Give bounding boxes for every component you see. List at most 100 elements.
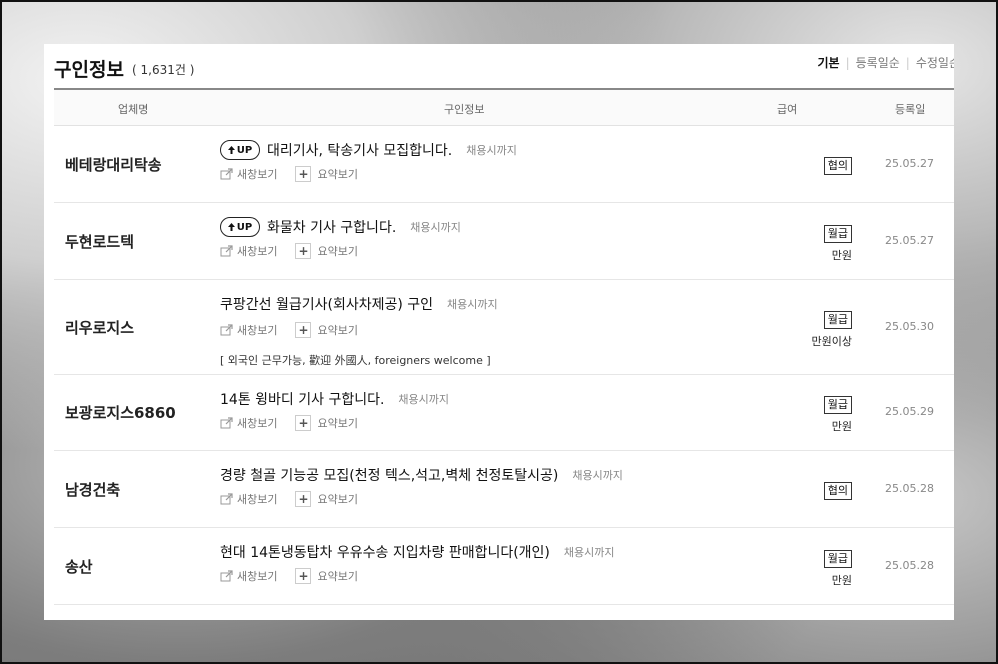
salary-amount: 만원 bbox=[831, 574, 852, 587]
column-header-company: 업체명 bbox=[118, 103, 149, 116]
company-name[interactable]: 송산 bbox=[65, 556, 93, 577]
up-badge: UP bbox=[220, 140, 260, 160]
new-window-button[interactable]: 새창보기 bbox=[220, 415, 277, 431]
row-actions: 새창보기 + 요약보기 bbox=[220, 491, 376, 507]
new-window-button[interactable]: 새창보기 bbox=[220, 243, 277, 259]
sort-tab-modified[interactable]: 수정일순 bbox=[916, 56, 954, 70]
company-name[interactable]: 리우로지스 bbox=[65, 317, 134, 338]
deadline: 채용시까지 bbox=[563, 546, 615, 559]
registered-date: 25.05.27 bbox=[885, 234, 934, 247]
table-row[interactable]: 송산 현대 14톤냉동탑차 우유수송 지입차량 판매합니다(개인) 채용시까지 … bbox=[54, 528, 954, 605]
summary-button[interactable]: + 요약보기 bbox=[295, 322, 358, 338]
table-row[interactable]: 베테랑대리탁송 UP 대리기사, 탁송기사 모집합니다. 채용시까지 새창보기 … bbox=[54, 126, 954, 203]
sort-tab-registered[interactable]: 등록일순 bbox=[856, 56, 900, 70]
summary-button[interactable]: + 요약보기 bbox=[295, 243, 358, 259]
up-label: UP bbox=[236, 221, 253, 233]
row-actions: 새창보기 + 요약보기 bbox=[220, 322, 376, 338]
new-window-label: 새창보기 bbox=[237, 570, 278, 583]
table-row[interactable]: 두현로드텍 UP 화물차 기사 구합니다. 채용시까지 새창보기 + 요약보기 월… bbox=[54, 203, 954, 280]
table-row[interactable]: 보광로지스6860 14톤 윙바디 기사 구합니다. 채용시까지 새창보기 + 요… bbox=[54, 375, 954, 451]
deadline: 채용시까지 bbox=[447, 298, 498, 311]
new-window-label: 새창보기 bbox=[237, 168, 278, 181]
column-header-info: 구인정보 bbox=[444, 103, 485, 116]
registered-date: 25.05.30 bbox=[885, 320, 934, 333]
new-window-button[interactable]: 새창보기 bbox=[220, 166, 277, 182]
plus-icon: + bbox=[295, 568, 312, 584]
registered-date: 25.05.28 bbox=[885, 559, 934, 572]
new-window-label: 새창보기 bbox=[237, 245, 278, 258]
salary: 월급 만원 bbox=[784, 222, 852, 263]
column-header-salary: 급여 bbox=[777, 103, 798, 116]
table-header: 업체명 구인정보 급여 등록일 bbox=[54, 90, 954, 126]
summary-label: 요약보기 bbox=[317, 493, 358, 506]
sort-separator: | bbox=[905, 56, 910, 70]
job-title[interactable]: 대리기사, 탁송기사 모집합니다. bbox=[267, 140, 452, 160]
summary-label: 요약보기 bbox=[317, 168, 358, 181]
company-name[interactable]: 베테랑대리탁송 bbox=[65, 154, 162, 175]
salary-type-badge: 월급 bbox=[823, 225, 852, 243]
job-title[interactable]: 쿠팡간선 월급기사(회사차제공) 구인 bbox=[220, 294, 433, 314]
salary-amount: 만원 bbox=[831, 249, 852, 262]
salary: 협의 bbox=[784, 154, 852, 175]
row-actions: 새창보기 + 요약보기 bbox=[220, 415, 376, 431]
summary-button[interactable]: + 요약보기 bbox=[295, 415, 358, 431]
summary-label: 요약보기 bbox=[317, 324, 358, 337]
salary-type-badge: 협의 bbox=[823, 482, 852, 500]
row-actions: 새창보기 + 요약보기 bbox=[220, 243, 376, 259]
company-name[interactable]: 남경건축 bbox=[65, 479, 120, 500]
job-title-line: UP 화물차 기사 구합니다. 채용시까지 bbox=[220, 217, 461, 237]
job-title-line: 쿠팡간선 월급기사(회사차제공) 구인 채용시까지 bbox=[220, 294, 498, 314]
salary: 협의 bbox=[784, 479, 852, 500]
listing-header: 구인정보 ( 1,631건 ) 기본 | 등록일순 | 수정일순 bbox=[54, 44, 954, 88]
salary: 월급 만원이상 bbox=[784, 308, 852, 349]
summary-button[interactable]: + 요약보기 bbox=[295, 491, 358, 507]
deadline: 채용시까지 bbox=[572, 469, 623, 482]
registered-date: 25.05.27 bbox=[885, 157, 934, 170]
salary-type-badge: 월급 bbox=[823, 396, 852, 414]
external-link-icon bbox=[220, 245, 233, 257]
job-title-line: UP 대리기사, 탁송기사 모집합니다. 채용시까지 bbox=[220, 140, 517, 160]
page-title: 구인정보 bbox=[54, 59, 124, 81]
table-row[interactable]: 남경건축 경량 철골 기능공 모집(천정 텍스,석고,벽체 천정토탈시공) 채용… bbox=[54, 451, 954, 528]
column-header-date: 등록일 bbox=[895, 103, 926, 116]
table-row[interactable]: 리우로지스 쿠팡간선 월급기사(회사차제공) 구인 채용시까지 새창보기 + 요약… bbox=[54, 280, 954, 375]
plus-icon: + bbox=[295, 415, 312, 431]
external-link-icon bbox=[220, 493, 233, 505]
new-window-button[interactable]: 새창보기 bbox=[220, 568, 277, 584]
job-title[interactable]: 화물차 기사 구합니다. bbox=[267, 217, 396, 237]
listing-count: ( 1,631건 ) bbox=[132, 63, 195, 77]
job-title-line: 경량 철골 기능공 모집(천정 텍스,석고,벽체 천정토탈시공) 채용시까지 bbox=[220, 465, 623, 485]
summary-button[interactable]: + 요약보기 bbox=[295, 166, 358, 182]
up-badge: UP bbox=[220, 217, 260, 237]
external-link-icon bbox=[220, 417, 233, 429]
company-name[interactable]: 보광로지스6860 bbox=[65, 402, 176, 423]
new-window-button[interactable]: 새창보기 bbox=[220, 491, 277, 507]
sort-tab-default[interactable]: 기본 bbox=[817, 56, 839, 70]
company-name[interactable]: 두현로드텍 bbox=[65, 231, 134, 252]
up-arrow-icon bbox=[227, 223, 235, 231]
deadline: 채용시까지 bbox=[410, 221, 461, 234]
summary-button[interactable]: + 요약보기 bbox=[295, 568, 358, 584]
plus-icon: + bbox=[295, 243, 312, 259]
sort-tabs: 기본 | 등록일순 | 수정일순 bbox=[817, 54, 954, 71]
registered-date: 25.05.28 bbox=[885, 482, 934, 495]
job-title[interactable]: 현대 14톤냉동탑차 우유수송 지입차량 판매합니다(개인) bbox=[220, 542, 550, 562]
new-window-button[interactable]: 새창보기 bbox=[220, 322, 277, 338]
plus-icon: + bbox=[295, 491, 312, 507]
salary-type-badge: 월급 bbox=[823, 550, 852, 568]
job-title-line: 현대 14톤냉동탑차 우유수송 지입차량 판매합니다(개인) 채용시까지 bbox=[220, 542, 615, 562]
salary-amount: 만원 bbox=[831, 420, 852, 433]
external-link-icon bbox=[220, 168, 233, 180]
job-title[interactable]: 14톤 윙바디 기사 구합니다. bbox=[220, 389, 384, 409]
salary: 월급 만원 bbox=[784, 547, 852, 588]
deadline: 채용시까지 bbox=[398, 393, 450, 406]
salary-amount: 만원이상 bbox=[811, 335, 852, 348]
external-link-icon bbox=[220, 570, 233, 582]
job-title[interactable]: 경량 철골 기능공 모집(천정 텍스,석고,벽체 천정토탈시공) bbox=[220, 465, 558, 485]
salary-type-badge: 협의 bbox=[823, 157, 852, 175]
salary: 월급 만원 bbox=[784, 393, 852, 434]
job-listing-panel: 구인정보 ( 1,631건 ) 기본 | 등록일순 | 수정일순 업체명 구인정보 급여… bbox=[44, 44, 954, 620]
new-window-label: 새창보기 bbox=[237, 324, 278, 337]
sort-separator: | bbox=[845, 56, 850, 70]
row-actions: 새창보기 + 요약보기 bbox=[220, 166, 376, 182]
